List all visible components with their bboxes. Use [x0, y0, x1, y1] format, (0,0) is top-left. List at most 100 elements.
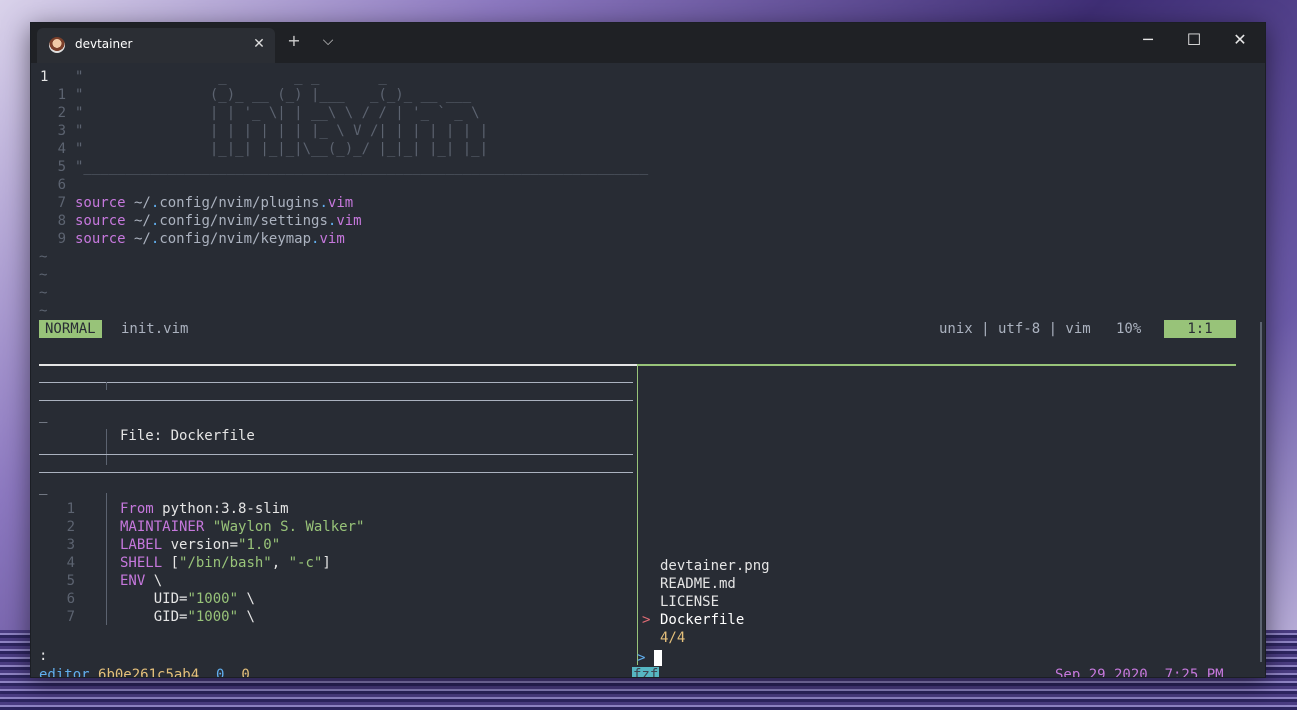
pane-border-active [39, 364, 637, 366]
extension: vim [319, 231, 345, 247]
tab-close-icon[interactable]: ✕ [249, 34, 269, 54]
code-token: \ [238, 609, 255, 625]
line-number: 7 [66, 609, 75, 625]
preview-rule [39, 400, 633, 401]
pane-border-fzf [637, 364, 1236, 366]
avatar-icon [49, 37, 65, 53]
new-tab-button[interactable]: + [282, 31, 306, 51]
dot: . [319, 195, 328, 211]
line-number: 9 [57, 231, 66, 247]
keyword: source [75, 213, 126, 229]
tmux-status-left: editor 6b0e261c5ab4 0 0 [39, 666, 250, 678]
terminal-content[interactable]: 1 " _ _ _ _ 1 " (_)_ __ (_) |___ _(_)_ __ … [31, 63, 1265, 677]
code-token: python:3.8-slim [153, 501, 289, 517]
line-number: 8 [57, 213, 66, 229]
selected-marker: > [642, 612, 651, 628]
text-cursor [653, 650, 662, 666]
code-token: From [120, 501, 154, 517]
preview-mark: _ [39, 407, 48, 423]
tmux-window-fzf[interactable]: fzf [632, 667, 660, 677]
code-token: "Waylon S. Walker" [212, 519, 365, 535]
code-token: "1.0" [238, 537, 281, 553]
code-token: "/bin/bash" [179, 555, 272, 571]
path-text: config/nvim/settings [159, 213, 328, 229]
keyword: source [75, 195, 126, 211]
path-text: ~/ [125, 195, 151, 211]
code-token: UID= [120, 591, 188, 607]
code-token: ] [322, 555, 331, 571]
title-bar: devtainer ✕ + ⌵ ─ ☐ ✕ [31, 23, 1265, 63]
tab-devtainer[interactable]: devtainer ✕ [37, 28, 275, 63]
command-line[interactable]: : [39, 647, 47, 665]
line-number: 7 [57, 195, 66, 211]
preview-rule [39, 454, 633, 455]
keyword: source [75, 231, 126, 247]
fzf-count: 4/4 [660, 630, 686, 646]
code-token: "-c" [288, 555, 323, 571]
line-number: 1 [57, 87, 66, 103]
extension: vim [327, 195, 354, 211]
code-line: From python:3.8-slim [120, 500, 289, 518]
code-token: "1000" [187, 591, 239, 607]
code-line: LABEL version="1.0" [120, 536, 280, 554]
line-number: 5 [57, 159, 66, 175]
code-line: MAINTAINER "Waylon S. Walker" [120, 518, 364, 536]
cursor-position: 1:1 [1164, 320, 1236, 338]
tmux-datetime: Sep 29 2020 7:25 PM [1055, 667, 1224, 678]
statusline-info: unix | utf-8 | vim 10% [939, 321, 1142, 337]
line-number: 4 [66, 555, 75, 571]
line-number: 3 [66, 537, 75, 553]
preview-mark: _ [39, 479, 48, 495]
fzf-prompt[interactable]: > [637, 649, 662, 667]
tmux-count-2: 0 [241, 667, 250, 678]
line-number: 6 [66, 591, 75, 607]
code-token: version= [162, 537, 239, 553]
tilde-marker: ~ [39, 303, 48, 319]
ascii-banner-line: " _ _ _ _ [75, 69, 387, 85]
code-line: ENV \ [120, 572, 162, 590]
ascii-banner-line: " | | | | | | |_ \ V /| | | | | | | [75, 123, 489, 139]
preview-gutter-line [106, 382, 107, 390]
minimize-button[interactable]: ─ [1133, 30, 1163, 49]
fzf-item[interactable]: Dockerfile [660, 611, 744, 629]
ascii-banner-line: " |_|_| |_|_|\__(_)_/ |_|_| |_| |_| [75, 141, 489, 157]
fzf-item[interactable]: devtainer.png [660, 557, 770, 575]
source-line: source ~/.config/nvim/settings.vim [75, 212, 362, 230]
line-number: 4 [57, 141, 66, 157]
preview-rule [39, 382, 633, 383]
code-token: MAINTAINER [120, 519, 205, 535]
maximize-button[interactable]: ☐ [1179, 30, 1209, 49]
line-number: 1 [66, 501, 75, 517]
code-token: "1000" [187, 609, 239, 625]
ascii-banner-line: "_______________________________________… [75, 159, 649, 175]
preview-file-label: File: Dockerfile [120, 428, 255, 444]
pane-divider [637, 365, 638, 665]
source-line: source ~/.config/nvim/keymap.vim [75, 230, 345, 248]
line-number: 2 [66, 519, 75, 535]
chevron-down-icon[interactable]: ⌵ [316, 31, 340, 51]
current-line-number: 1 [40, 69, 49, 85]
line-number: 2 [57, 105, 66, 121]
tilde-marker: ~ [39, 267, 48, 283]
preview-rule [39, 472, 633, 473]
fzf-item[interactable]: README.md [660, 575, 736, 593]
tilde-marker: ~ [39, 285, 48, 301]
path-text: config/nvim/plugins [159, 195, 320, 211]
code-token: GID= [120, 609, 188, 625]
extension: vim [336, 213, 362, 229]
close-button[interactable]: ✕ [1225, 30, 1255, 49]
preview-gutter-line [106, 429, 107, 465]
tilde-marker: ~ [39, 249, 48, 265]
ascii-banner-line: " (_)_ __ (_) |___ _(_)_ __ ___ [75, 87, 472, 103]
line-number: 5 [66, 573, 75, 589]
tmux-session: editor [39, 667, 90, 678]
fzf-item[interactable]: LICENSE [660, 593, 719, 611]
line-number: 6 [57, 177, 66, 193]
preview-gutter-line [106, 493, 107, 625]
scrollbar[interactable] [1260, 322, 1262, 662]
code-token: ENV [120, 573, 146, 589]
code-token: LABEL [120, 537, 163, 553]
mode-indicator: NORMAL [39, 320, 102, 338]
code-token: \ [145, 573, 163, 589]
